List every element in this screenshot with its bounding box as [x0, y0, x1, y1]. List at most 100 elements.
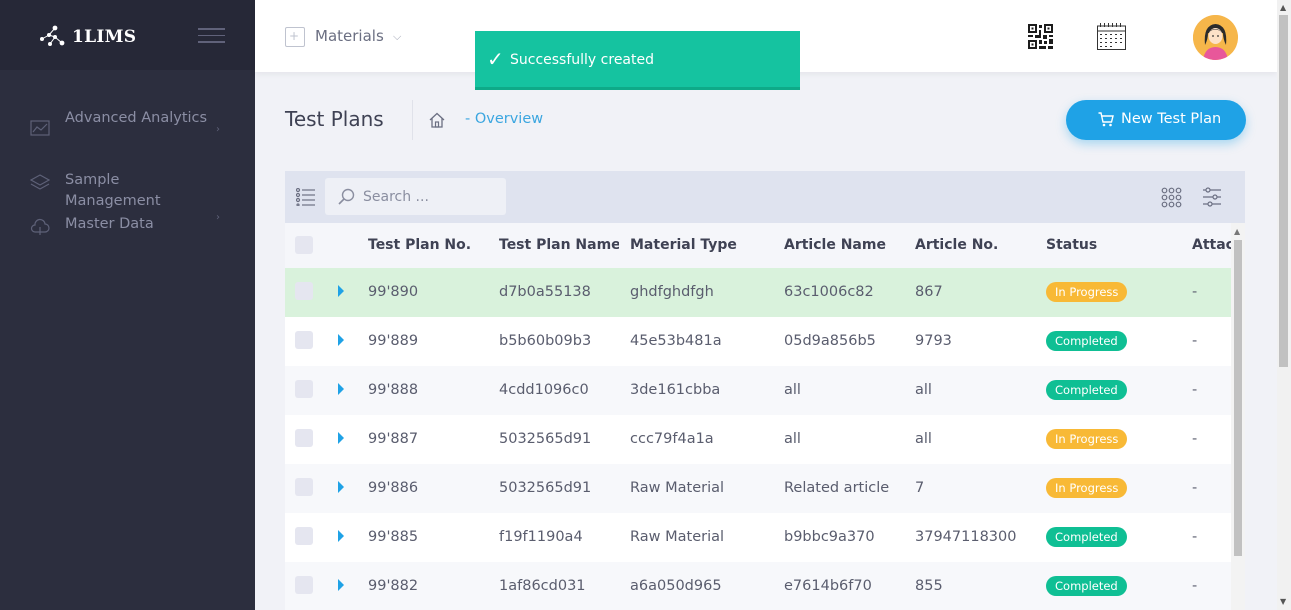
article-name-cell: 63c1006c82	[784, 284, 874, 300]
search-box[interactable]	[325, 178, 506, 215]
scrollbar-thumb[interactable]	[1234, 240, 1242, 556]
attachments-cell: -	[1192, 480, 1198, 496]
table-toolbar	[285, 171, 1245, 223]
article-name-cell: all	[784, 431, 801, 447]
select-all-checkbox[interactable]	[295, 236, 313, 254]
table-scrollbar[interactable]: ▲	[1231, 223, 1245, 610]
article-no-cell: 9793	[915, 333, 952, 349]
article-name-cell: all	[784, 382, 801, 398]
test-plan-no-cell: 99'882	[368, 578, 419, 594]
column-header-article-name[interactable]: Article Name	[784, 223, 894, 268]
brand-name: 1LIMS	[72, 27, 137, 47]
module-selector[interactable]: Materials	[315, 27, 384, 45]
table-header: Test Plan No. Test Plan Name Material Ty…	[285, 223, 1232, 268]
status-cell: Completed	[1046, 562, 1186, 610]
column-header-attachments[interactable]: Attac	[1192, 223, 1232, 268]
status-cell: Completed	[1046, 513, 1186, 562]
column-header-test-plan-name[interactable]: Test Plan Name	[499, 223, 619, 268]
status-badge: Completed	[1046, 576, 1127, 596]
expand-row-icon[interactable]	[338, 481, 344, 493]
expand-row-icon[interactable]	[338, 579, 344, 591]
table-row[interactable]: 99'887 5032565d91 ccc79f4a1a all all In Progr…	[285, 415, 1231, 464]
test-plan-no-cell: 99'885	[368, 529, 419, 545]
breadcrumb[interactable]: - Overview	[465, 111, 543, 127]
row-checkbox[interactable]	[295, 429, 313, 447]
expand-row-icon[interactable]	[338, 383, 344, 395]
column-header-status[interactable]: Status	[1046, 223, 1186, 268]
brand-bar: 1LIMS	[0, 0, 255, 70]
table-row[interactable]: 99'890 d7b0a55138 ghdfghdfgh 63c1006c82 867 I…	[285, 268, 1231, 317]
menu-toggle-icon[interactable]	[198, 28, 225, 46]
sidebar-item-label: Master Data	[65, 216, 154, 232]
module-icon[interactable]	[285, 27, 305, 47]
column-header-article-no[interactable]: Article No.	[915, 223, 1035, 268]
table-row[interactable]: 99'885 f19f1190a4 Raw Material b9bbc9a370 37…	[285, 513, 1231, 562]
user-avatar-icon	[1193, 15, 1238, 60]
home-icon[interactable]	[428, 111, 446, 129]
test-plan-no-cell: 99'887	[368, 431, 419, 447]
row-checkbox[interactable]	[295, 527, 313, 545]
test-plan-name-cell: 5032565d91	[499, 431, 592, 447]
sidebar-item-advanced-analytics[interactable]: Advanced Analytics ›	[0, 108, 255, 170]
status-cell: Completed	[1046, 366, 1186, 415]
sidebar-item-sample-management[interactable]: Sample Management	[0, 170, 255, 214]
page-scrollbar[interactable]: ▲ ▼	[1277, 0, 1291, 610]
analytics-icon	[30, 120, 50, 136]
material-type-cell: 45e53b481a	[630, 333, 722, 349]
material-type-cell: ghdfghdfgh	[630, 284, 714, 300]
column-header-material-type[interactable]: Material Type	[630, 223, 775, 268]
calendar-icon[interactable]	[1097, 23, 1126, 50]
sidebar: 1LIMS Advanced Analytics › Sample Manage…	[0, 0, 255, 610]
row-checkbox[interactable]	[295, 282, 313, 300]
scroll-up-arrow-icon[interactable]: ▲	[1234, 227, 1240, 236]
table-row[interactable]: 99'888 4cdd1096c0 3de161cbba all all Complete…	[285, 366, 1231, 415]
success-toast[interactable]: ✓ Successfully created	[475, 31, 800, 90]
expand-row-icon[interactable]	[338, 530, 344, 542]
scroll-down-arrow-icon[interactable]: ▼	[1280, 597, 1286, 606]
status-badge: Completed	[1046, 380, 1127, 400]
row-checkbox[interactable]	[295, 478, 313, 496]
test-plan-no-cell: 99'886	[368, 480, 419, 496]
scroll-up-arrow-icon[interactable]: ▲	[1280, 3, 1286, 12]
status-badge: In Progress	[1046, 478, 1128, 498]
column-header-test-plan-no[interactable]: Test Plan No.	[368, 223, 488, 268]
attachments-cell: -	[1192, 382, 1198, 398]
test-plan-name-cell: d7b0a55138	[499, 284, 591, 300]
row-checkbox[interactable]	[295, 576, 313, 594]
test-plan-name-cell: 1af86cd031	[499, 578, 586, 594]
material-type-cell: Raw Material	[630, 480, 725, 496]
article-name-cell: Related article t	[784, 480, 894, 496]
table-row[interactable]: 99'889 b5b60b09b3 45e53b481a 05d9a856b5 9793…	[285, 317, 1231, 366]
chevron-right-icon: ›	[216, 124, 220, 135]
status-badge: In Progress	[1046, 282, 1128, 302]
avatar[interactable]	[1193, 15, 1238, 60]
cart-icon	[1098, 112, 1114, 127]
article-no-cell: all	[915, 382, 932, 398]
expand-row-icon[interactable]	[338, 432, 344, 444]
row-checkbox[interactable]	[295, 380, 313, 398]
sidebar-nav: Advanced Analytics › Sample Management M…	[0, 108, 255, 258]
logo-icon[interactable]	[38, 24, 66, 48]
article-no-cell: all	[915, 431, 932, 447]
expand-row-icon[interactable]	[338, 285, 344, 297]
settings-sliders-icon[interactable]	[1202, 187, 1222, 207]
search-input[interactable]	[363, 187, 498, 207]
material-type-cell: Raw Material	[630, 529, 725, 545]
grid-view-icon[interactable]	[1161, 187, 1182, 208]
scrollbar-thumb[interactable]	[1279, 15, 1288, 367]
chevron-down-icon[interactable]: ⌵	[393, 30, 401, 44]
qr-code-icon[interactable]	[1028, 24, 1053, 49]
sidebar-item-master-data[interactable]: Master Data ›	[0, 212, 255, 258]
status-cell: In Progress	[1046, 268, 1186, 317]
attachments-cell: -	[1192, 333, 1198, 349]
new-test-plan-button[interactable]: New Test Plan	[1066, 100, 1246, 140]
table-row[interactable]: 99'882 1af86cd031 a6a050d965 e7614b6f70 855 C…	[285, 562, 1231, 610]
new-test-plan-label: New Test Plan	[1121, 111, 1222, 127]
expand-row-icon[interactable]	[338, 334, 344, 346]
table-body: 99'890 d7b0a55138 ghdfghdfgh 63c1006c82 867 I…	[285, 268, 1231, 610]
article-name-cell: e7614b6f70	[784, 578, 872, 594]
list-view-icon[interactable]	[296, 188, 316, 206]
table-row[interactable]: 99'886 5032565d91 Raw Material Related arti…	[285, 464, 1231, 513]
row-checkbox[interactable]	[295, 331, 313, 349]
test-plan-no-cell: 99'888	[368, 382, 419, 398]
